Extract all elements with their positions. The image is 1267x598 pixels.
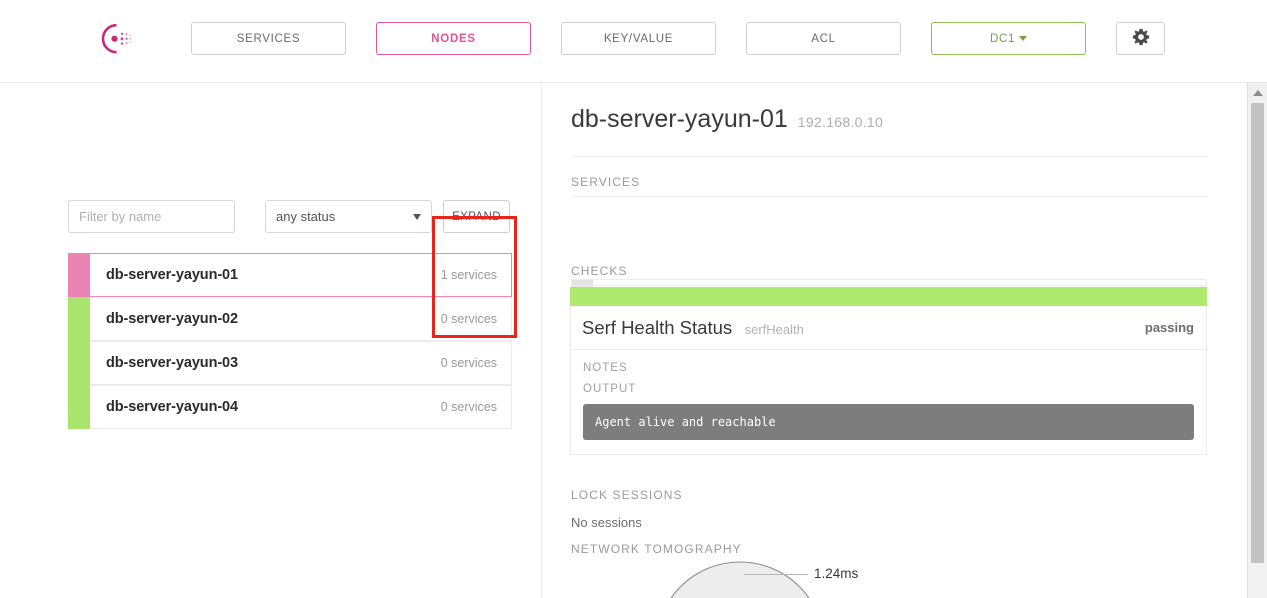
services-divider [571, 196, 1207, 197]
lock-sessions-value: No sessions [571, 515, 642, 530]
datacenter-label: DC1 [989, 32, 1016, 45]
check-notes-label: NOTES [583, 362, 628, 374]
section-label-services: SERVICES [571, 175, 641, 189]
tomography-leader-line [744, 574, 808, 575]
node-status-accent [68, 385, 90, 429]
expand-button[interactable]: EXPAND [443, 200, 510, 233]
top-navigation-bar: SERVICES NODES KEY/VALUE ACL DC1 [0, 0, 1267, 83]
check-output-label: OUTPUT [583, 383, 637, 395]
chevron-down-icon [413, 214, 421, 220]
checks-divider [571, 285, 1207, 286]
check-title: Serf Health Status [582, 316, 733, 338]
status-filter-select[interactable]: any status [265, 200, 432, 233]
node-list: db-server-yayun-01 1 services db-server-ya… [68, 253, 512, 429]
datacenter-selector[interactable]: DC1 [931, 22, 1086, 55]
node-service-count: 0 services [440, 356, 497, 370]
health-check-card: Serf Health Status serfHealth passing NO… [570, 287, 1207, 455]
check-id: serfHealth [744, 321, 804, 337]
consul-app-window: SERVICES NODES KEY/VALUE ACL DC1 any sta… [0, 0, 1267, 598]
node-detail-header: db-server-yayun-01 192.168.0.10 [571, 105, 1210, 134]
node-service-count: 0 services [440, 312, 497, 326]
node-list-item[interactable]: db-server-yayun-01 1 services [68, 253, 512, 297]
node-name: db-server-yayun-01 [106, 267, 238, 283]
node-list-item[interactable]: db-server-yayun-02 0 services [68, 297, 512, 341]
page-title: db-server-yayun-01 [571, 105, 788, 133]
nav-tab-acl[interactable]: ACL [746, 22, 901, 55]
status-badge: passing [1144, 320, 1194, 335]
node-service-count: 1 services [440, 268, 497, 282]
status-filter-value: any status [276, 209, 336, 224]
network-tomography-chart [570, 556, 1210, 598]
node-name: db-server-yayun-03 [106, 355, 238, 371]
gear-icon [1132, 28, 1150, 49]
node-list-panel: any status EXPAND db-server-yayun-01 1 se… [0, 83, 541, 598]
node-status-accent [68, 253, 90, 297]
scrollbar-thumb[interactable] [1251, 103, 1264, 563]
settings-button[interactable] [1116, 22, 1165, 55]
nav-tab-nodes[interactable]: NODES [376, 22, 531, 55]
consul-logo-icon[interactable] [97, 22, 135, 56]
header-divider [571, 156, 1207, 157]
check-status-bar [570, 287, 1207, 306]
node-list-item[interactable]: db-server-yayun-04 0 services [68, 385, 512, 429]
node-list-item[interactable]: db-server-yayun-03 0 services [68, 341, 512, 385]
chevron-down-icon [1019, 36, 1028, 41]
node-service-count: 0 services [440, 400, 497, 414]
vertical-scrollbar[interactable] [1247, 83, 1267, 598]
nav-tab-services[interactable]: SERVICES [191, 22, 346, 55]
nav-tab-key-value[interactable]: KEY/VALUE [561, 22, 716, 55]
node-name: db-server-yayun-02 [106, 311, 238, 327]
node-status-accent [68, 297, 90, 341]
section-label-checks: CHECKS [571, 264, 628, 278]
node-ip-address: 192.168.0.10 [797, 114, 884, 130]
node-status-accent [68, 341, 90, 385]
caret-up-icon[interactable] [1248, 83, 1267, 102]
section-label-network-tomography: NETWORK TOMOGRAPHY [571, 542, 742, 556]
check-output-text: Agent alive and reachable [583, 404, 1194, 440]
section-label-lock-sessions: LOCK SESSIONS [571, 488, 683, 502]
filter-by-name-input[interactable] [68, 200, 235, 233]
tomography-max-label: 1.24ms [814, 566, 859, 581]
node-name: db-server-yayun-04 [106, 399, 238, 415]
